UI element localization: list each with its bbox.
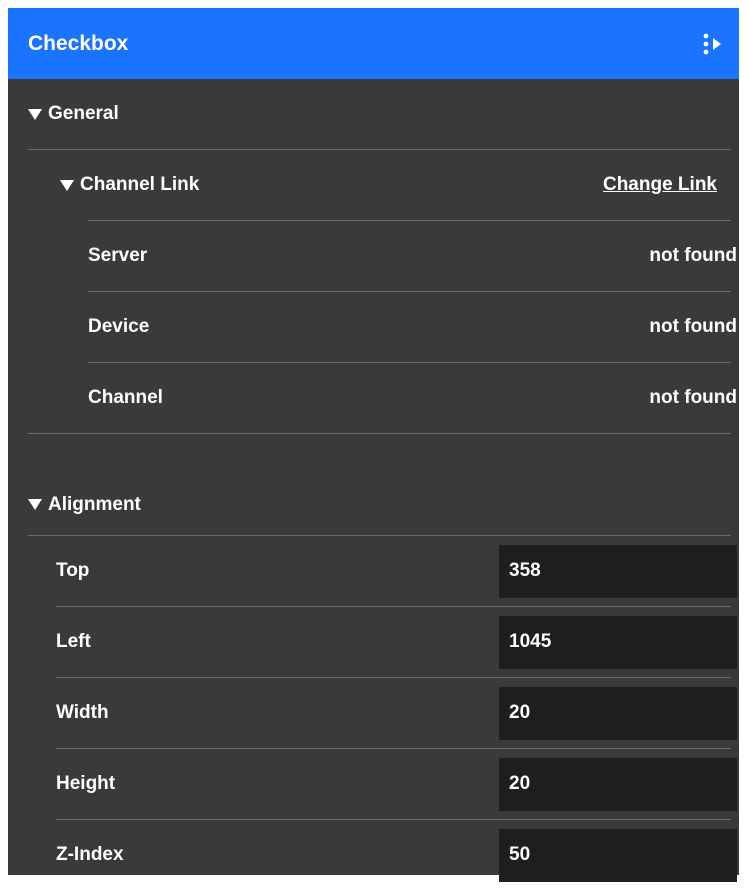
alignment-label-height: Height xyxy=(56,773,116,794)
caret-down-icon xyxy=(28,108,42,120)
caret-down-icon xyxy=(60,179,74,191)
section-general-toggle[interactable]: General xyxy=(8,79,739,149)
link-row-value: not found xyxy=(649,245,737,266)
channel-link-toggle[interactable]: Channel Link xyxy=(60,174,603,196)
alignment-label-width: Width xyxy=(56,702,109,723)
alignment-row-height: Height xyxy=(8,749,739,819)
alignment-row-z-index: Z-Index xyxy=(8,820,739,890)
link-row-device: Device not found xyxy=(8,292,739,362)
alignment-row-top: Top xyxy=(8,536,739,606)
section-general-title: General xyxy=(48,103,119,124)
section-alignment-title: Alignment xyxy=(48,493,141,515)
width-input[interactable] xyxy=(499,686,737,740)
alignment-label-top: Top xyxy=(56,560,90,581)
alignment-row-left: Left xyxy=(8,607,739,677)
link-row-value: not found xyxy=(649,316,737,337)
panel-title: Checkbox xyxy=(28,31,129,55)
link-row-channel: Channel not found xyxy=(8,363,739,433)
channel-link-title: Channel Link xyxy=(80,174,200,195)
left-input[interactable] xyxy=(499,615,737,669)
alignment-label-z-index: Z-Index xyxy=(56,844,124,865)
alignment-label-left: Left xyxy=(56,631,91,652)
link-row-label: Device xyxy=(88,316,150,337)
caret-down-icon xyxy=(28,499,42,510)
link-row-label: Channel xyxy=(88,387,163,408)
panel-header: Checkbox xyxy=(8,8,739,79)
link-row-server: Server not found xyxy=(8,221,739,291)
alignment-row-width: Width xyxy=(8,678,739,748)
channel-link-header: Channel Link Change Link xyxy=(8,150,739,220)
properties-panel: Checkbox General Channel Link Change Lin… xyxy=(8,8,739,882)
link-row-label: Server xyxy=(88,245,148,266)
top-input[interactable] xyxy=(499,544,737,598)
more-options-icon[interactable] xyxy=(699,30,727,58)
height-input[interactable] xyxy=(499,757,737,811)
change-link-button[interactable]: Change Link xyxy=(603,174,717,196)
link-row-value: not found xyxy=(649,387,737,408)
z-index-input[interactable] xyxy=(499,828,737,882)
section-alignment-toggle[interactable]: Alignment xyxy=(8,474,739,535)
